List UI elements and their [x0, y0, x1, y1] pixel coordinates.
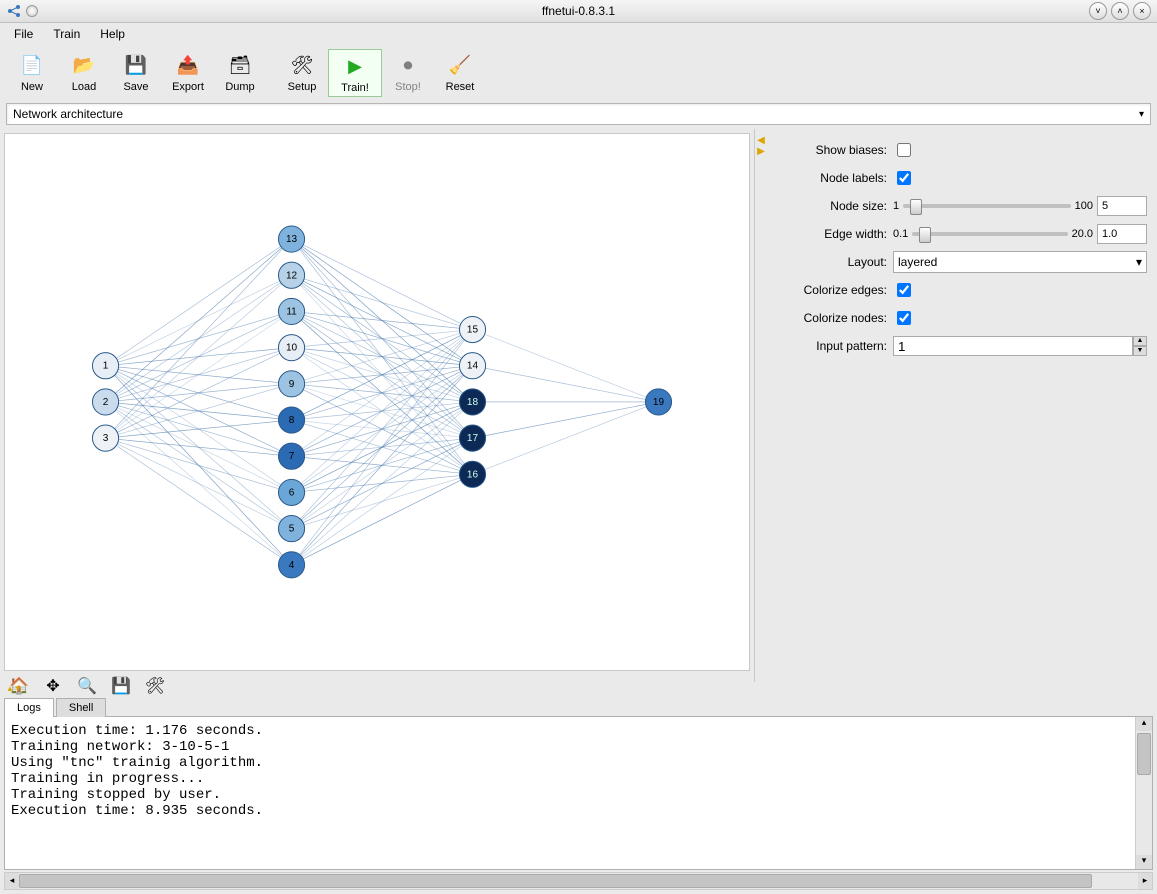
svg-text:13: 13 [286, 234, 298, 245]
chevron-down-icon: ▾ [1136, 255, 1142, 269]
save-icon: 💾 [122, 51, 150, 79]
export-button[interactable]: 📤Export [162, 49, 214, 95]
scroll-down-icon[interactable]: ▾ [1136, 855, 1152, 869]
label-colorize-edges: Colorize edges: [777, 283, 893, 297]
stop-icon: ⏺ [394, 51, 422, 79]
tools-icon: 🛠 [288, 51, 316, 79]
new-button[interactable]: 📄New [6, 49, 58, 95]
network-canvas[interactable]: 12345678910111213141516171819 [4, 133, 750, 671]
show-biases-checkbox[interactable] [897, 143, 911, 157]
svg-text:7: 7 [289, 451, 295, 462]
node-size-slider[interactable] [903, 204, 1071, 208]
edge-width-input[interactable] [1097, 224, 1147, 244]
svg-text:5: 5 [289, 524, 295, 535]
folder-open-icon: 📂 [70, 51, 98, 79]
vertical-splitter[interactable]: ◀▶ [755, 129, 767, 682]
label-node-labels: Node labels: [777, 171, 893, 185]
stop-button[interactable]: ⏺Stop! [382, 49, 434, 95]
titlebar: ffnetui-0.8.3.1 ˅ ˄ × [0, 0, 1157, 23]
reset-button[interactable]: 🧹Reset [434, 49, 486, 95]
properties-panel: Show biases: Node labels: Node size: 110… [767, 129, 1157, 682]
input-pattern-input[interactable] [893, 336, 1133, 356]
svg-text:8: 8 [289, 415, 295, 426]
menu-help[interactable]: Help [90, 24, 135, 44]
menu-file[interactable]: File [4, 24, 43, 44]
minimize-button[interactable]: ˅ [1089, 2, 1107, 20]
new-file-icon: 📄 [18, 51, 46, 79]
label-node-size: Node size: [777, 199, 893, 213]
horizontal-splitter[interactable]: ▲▼ [0, 682, 1157, 694]
spin-up-icon[interactable]: ▲ [1133, 336, 1147, 346]
load-button[interactable]: 📂Load [58, 49, 110, 95]
broom-icon: 🧹 [446, 51, 474, 79]
svg-text:6: 6 [289, 487, 295, 498]
label-input-pattern: Input pattern: [777, 339, 893, 353]
svg-text:14: 14 [467, 361, 479, 372]
chevron-down-icon: ▾ [1139, 109, 1144, 120]
node-size-input[interactable] [1097, 196, 1147, 216]
titlebar-status-icon [26, 5, 38, 17]
label-edge-width: Edge width: [777, 227, 893, 241]
train-button[interactable]: ▶Train! [328, 49, 382, 97]
colorize-edges-checkbox[interactable] [897, 283, 911, 297]
svg-text:10: 10 [286, 343, 298, 354]
app-icon [6, 3, 22, 19]
svg-text:19: 19 [653, 397, 665, 408]
svg-text:1: 1 [103, 361, 109, 372]
toolbar: 📄New 📂Load 💾Save 📤Export 🗃Dump 🛠Setup ▶T… [0, 45, 1157, 101]
svg-text:16: 16 [467, 469, 479, 480]
maximize-button[interactable]: ˄ [1111, 2, 1129, 20]
label-layout: Layout: [777, 255, 893, 269]
bottom-tabs: Logs Shell [0, 694, 1157, 716]
play-icon: ▶ [341, 52, 369, 80]
svg-text:17: 17 [467, 433, 479, 444]
scroll-right-icon[interactable]: ▸ [1138, 873, 1152, 889]
export-icon: 📤 [174, 51, 202, 79]
dump-icon: 🗃 [226, 51, 254, 79]
save-button[interactable]: 💾Save [110, 49, 162, 95]
log-vertical-scrollbar[interactable]: ▴ ▾ [1135, 717, 1152, 869]
setup-button[interactable]: 🛠Setup [276, 49, 328, 95]
edge-width-slider[interactable] [912, 232, 1067, 236]
tab-shell[interactable]: Shell [56, 698, 106, 717]
close-button[interactable]: × [1133, 2, 1151, 20]
spin-down-icon[interactable]: ▼ [1133, 346, 1147, 356]
colorize-nodes-checkbox[interactable] [897, 311, 911, 325]
svg-text:12: 12 [286, 270, 298, 281]
tab-logs[interactable]: Logs [4, 698, 54, 717]
svg-text:2: 2 [103, 397, 109, 408]
label-colorize-nodes: Colorize nodes: [777, 311, 893, 325]
menubar: File Train Help [0, 23, 1157, 45]
svg-text:4: 4 [289, 560, 295, 571]
menu-train[interactable]: Train [43, 24, 90, 44]
svg-text:18: 18 [467, 397, 479, 408]
scroll-left-icon[interactable]: ◂ [5, 873, 19, 889]
svg-text:15: 15 [467, 325, 479, 336]
svg-text:9: 9 [289, 379, 295, 390]
window-title: ffnetui-0.8.3.1 [542, 4, 615, 18]
layout-select[interactable]: layered▾ [893, 251, 1147, 273]
view-selector[interactable]: Network architecture ▾ [6, 103, 1151, 125]
log-horizontal-scrollbar[interactable]: ◂ ▸ [4, 872, 1153, 890]
node-labels-checkbox[interactable] [897, 171, 911, 185]
scroll-up-icon[interactable]: ▴ [1136, 717, 1152, 731]
view-selector-value: Network architecture [13, 107, 123, 121]
label-show-biases: Show biases: [777, 143, 893, 157]
svg-text:3: 3 [103, 433, 109, 444]
svg-text:11: 11 [286, 306, 297, 317]
dump-button[interactable]: 🗃Dump [214, 49, 266, 95]
log-output: Execution time: 1.176 seconds. Training … [5, 717, 1135, 869]
